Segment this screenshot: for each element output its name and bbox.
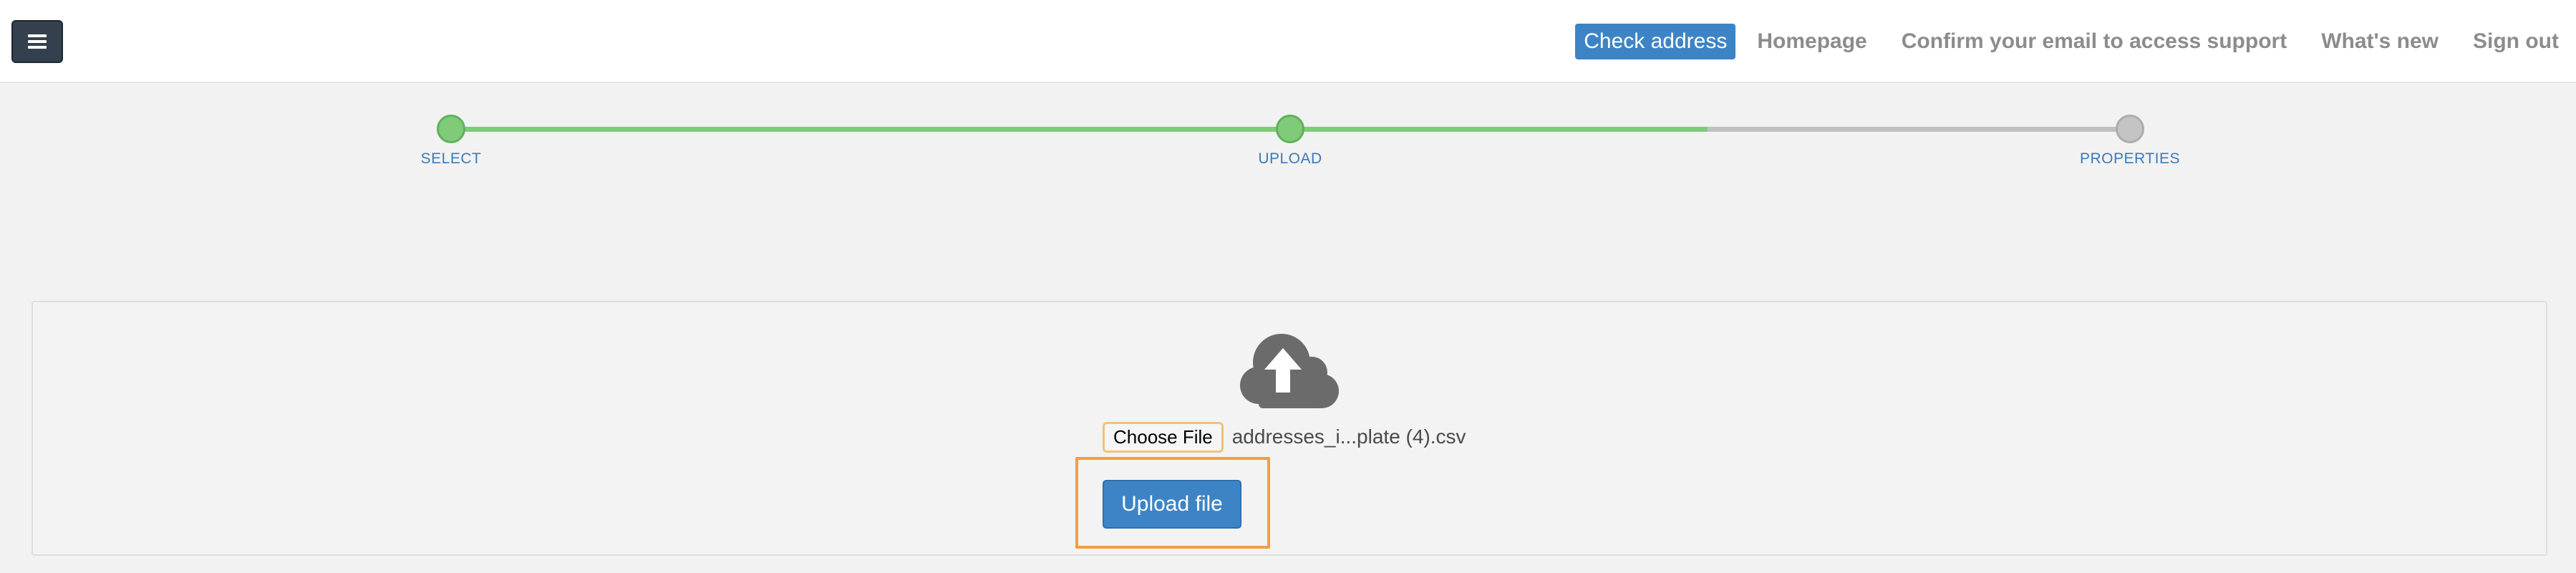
- nav-sign-out[interactable]: Sign out: [2456, 29, 2576, 54]
- nav-homepage[interactable]: Homepage: [1740, 29, 1884, 54]
- nav-whats-new[interactable]: What's new: [2304, 29, 2456, 54]
- progress-track-pending: [1708, 127, 2130, 132]
- top-navigation-bar: Check address Homepage Confirm your emai…: [0, 0, 2576, 83]
- menu-button[interactable]: [11, 20, 63, 63]
- step-dot-select: [437, 115, 465, 143]
- step-label-select: SELECT: [420, 150, 482, 167]
- step-dot-upload: [1276, 115, 1304, 143]
- cloud-upload-icon: [1240, 334, 1339, 408]
- step-label-properties: PROPERTIES: [2080, 150, 2180, 167]
- choose-file-button[interactable]: Choose File: [1103, 421, 1224, 453]
- progress-track-complete: [451, 127, 1708, 132]
- nav-confirm-email[interactable]: Confirm your email to access support: [1884, 29, 2304, 54]
- nav-check-address[interactable]: Check address: [1575, 24, 1736, 59]
- selected-file-name: addresses_i...plate (4).csv: [1231, 425, 1466, 448]
- file-input-row: Choose File addresses_i...plate (4).csv: [1103, 421, 1466, 453]
- progress-stepper: SELECT UPLOAD PROPERTIES: [0, 107, 2576, 179]
- hamburger-menu-icon: [28, 34, 47, 49]
- step-dot-properties: [2116, 115, 2144, 143]
- step-label-upload: UPLOAD: [1258, 150, 1322, 167]
- upload-file-button[interactable]: Upload file: [1103, 480, 1241, 529]
- main-nav: Check address Homepage Confirm your emai…: [1575, 0, 2576, 83]
